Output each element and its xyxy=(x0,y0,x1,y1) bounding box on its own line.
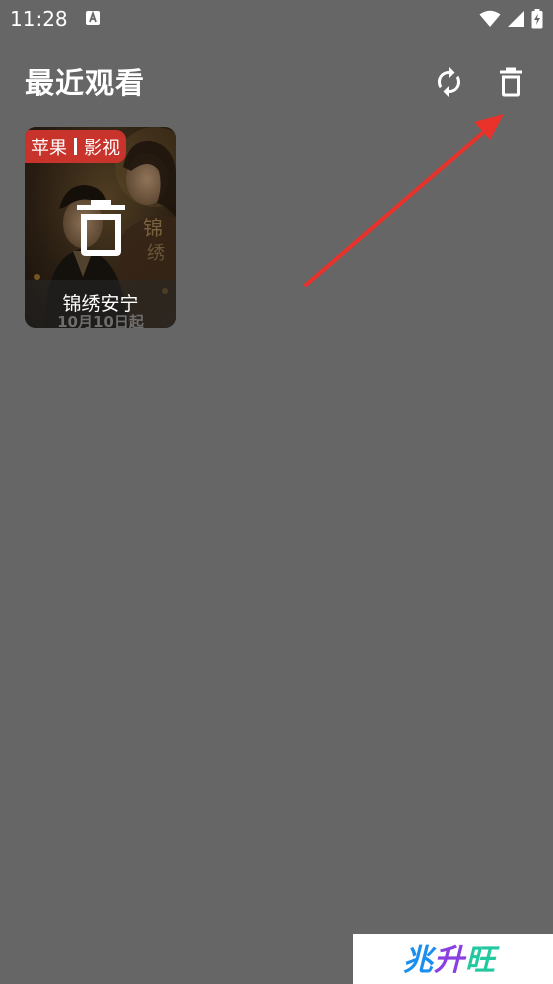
watermark: 兆升旺 xyxy=(353,934,553,984)
badge-label-right: 影视 xyxy=(84,137,120,159)
delete-all-button[interactable] xyxy=(494,64,528,100)
watermark-char-1: 兆 xyxy=(403,943,434,978)
source-badge: 苹果 影视 xyxy=(25,130,126,163)
trash-icon[interactable] xyxy=(75,198,127,258)
watermark-logo: 兆升旺 xyxy=(403,944,496,978)
status-bar: 11:28 xyxy=(0,0,553,38)
history-card[interactable]: 锦 绣 苹果 影视 10月10日起 锦绣安宁 xyxy=(25,127,176,328)
wifi-icon xyxy=(479,10,501,27)
signal-icon xyxy=(508,11,524,27)
watermark-char-3: 旺 xyxy=(465,943,496,978)
status-time: 11:28 xyxy=(10,7,68,31)
refresh-button[interactable] xyxy=(432,64,466,100)
badge-separator xyxy=(74,138,77,155)
badge-label-left: 苹果 xyxy=(31,137,67,159)
page-title: 最近观看 xyxy=(25,66,146,100)
watermark-char-2: 升 xyxy=(434,943,465,978)
card-title: 锦绣安宁 xyxy=(62,293,139,315)
status-icons xyxy=(479,9,543,29)
a-notification-icon xyxy=(86,10,100,25)
battery-charging-icon xyxy=(531,9,543,29)
trash-icon xyxy=(500,67,522,97)
sync-icon xyxy=(438,67,460,97)
